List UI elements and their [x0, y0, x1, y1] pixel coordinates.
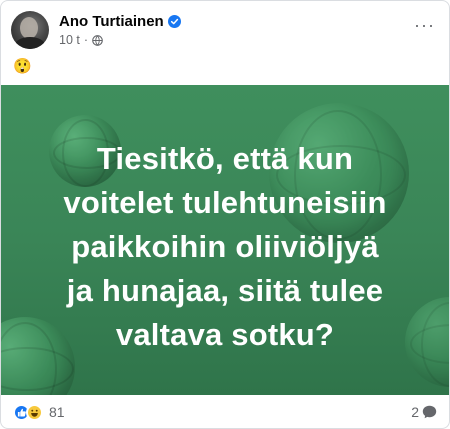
post-image[interactable]: Tiesitkö, että kun voitelet tulehtuneisi…: [1, 85, 449, 395]
verified-badge-icon: [167, 15, 181, 28]
post-card: Ano Turtiainen 10 t · ··· 😲 Tiesitkö, et…: [0, 0, 450, 429]
image-quote: Tiesitkö, että kun voitelet tulehtuneisi…: [1, 137, 449, 357]
post-text: 😲: [13, 57, 32, 75]
quote-line: valtava sotku?: [115, 317, 335, 352]
avatar[interactable]: [11, 11, 49, 49]
globe-icon: [92, 34, 103, 46]
more-options-icon[interactable]: ···: [414, 15, 435, 36]
author-row: Ano Turtiainen: [59, 13, 181, 30]
astonished-emoji: 😲: [13, 58, 32, 75]
reactions-summary[interactable]: 81: [13, 403, 65, 421]
quote-line: ja hunajaa, siitä tulee: [66, 273, 384, 308]
quote-line: paikkoihin oliiviöljyä: [71, 229, 379, 264]
post-meta: Ano Turtiainen 10 t ·: [59, 13, 181, 47]
post-time[interactable]: 10 t: [59, 33, 80, 47]
comments-summary[interactable]: 2: [411, 404, 437, 420]
comment-count: 2: [411, 404, 419, 420]
quote-line: Tiesitkö, että kun: [96, 141, 354, 176]
author-name[interactable]: Ano Turtiainen: [59, 13, 164, 30]
separator-dot: ·: [83, 33, 89, 47]
comment-icon: [422, 405, 437, 419]
reaction-count: 81: [49, 404, 65, 420]
post-subline: 10 t ·: [59, 33, 181, 47]
haha-reaction-icon: [26, 403, 43, 421]
post-header: Ano Turtiainen 10 t ·: [11, 10, 181, 50]
post-footer: 81 2: [13, 401, 437, 423]
quote-line: voitelet tulehtuneisiin: [63, 185, 387, 220]
